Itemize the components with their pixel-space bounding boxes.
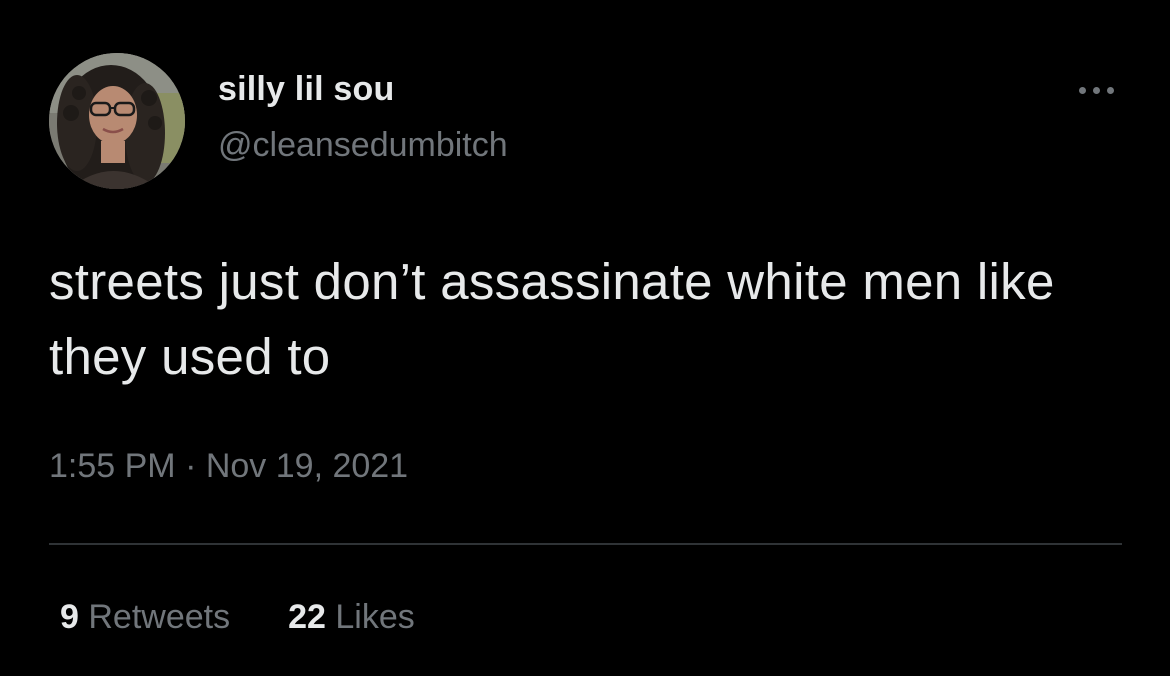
more-horizontal-icon-dot: [1106, 86, 1114, 94]
likes-count: 22: [288, 598, 336, 636]
avatar-image: [49, 53, 185, 189]
more-horizontal-icon-dot: [1092, 86, 1100, 94]
retweets-label: Retweets: [88, 598, 231, 636]
tweet-stats: 9 Retweets 22 Likes: [60, 598, 415, 637]
retweets-count: 9: [60, 598, 89, 636]
avatar[interactable]: [49, 53, 185, 189]
tweet-timestamp[interactable]: 1:55 PM · Nov 19, 2021: [49, 447, 408, 486]
likes-label: Likes: [335, 598, 415, 636]
more-options-button[interactable]: [1070, 78, 1122, 102]
author-handle[interactable]: @cleansedumbitch: [218, 126, 508, 165]
author-display-name[interactable]: silly lil sou: [218, 70, 394, 109]
more-horizontal-icon: [1078, 86, 1086, 94]
tweet-text: streets just don’t assassinate white men…: [49, 253, 1055, 385]
likes-stat[interactable]: 22 Likes: [288, 598, 415, 637]
tweet-detail: silly lil sou @cleansedumbitch streets j…: [0, 0, 1170, 676]
divider: [49, 543, 1122, 545]
retweets-stat[interactable]: 9 Retweets: [60, 598, 230, 637]
